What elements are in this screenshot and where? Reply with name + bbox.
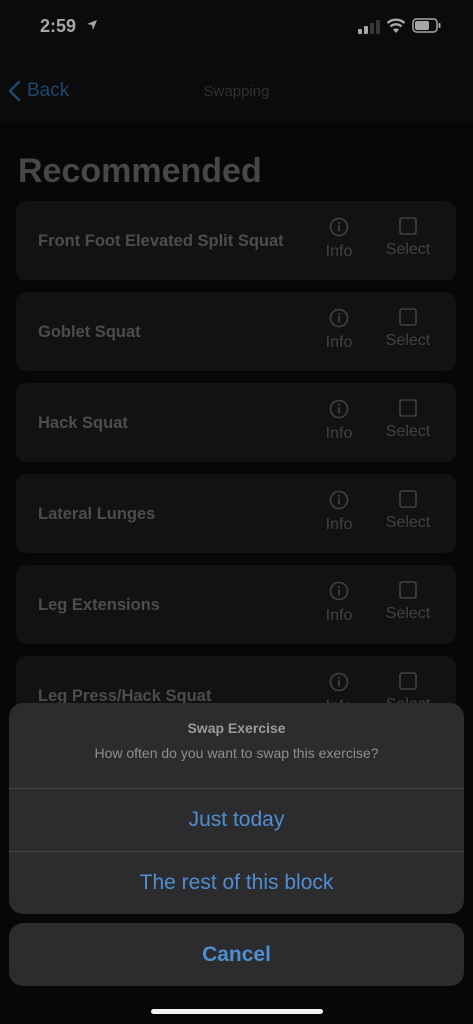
cancel-button[interactable]: Cancel — [9, 923, 464, 986]
action-sheet: Swap Exercise How often do you want to s… — [9, 703, 464, 914]
sheet-title: Swap Exercise — [187, 720, 286, 736]
sheet-message: How often do you want to swap this exerc… — [94, 745, 379, 761]
home-indicator[interactable] — [151, 1009, 323, 1014]
rest-of-block-button[interactable]: The rest of this block — [9, 852, 464, 914]
just-today-button[interactable]: Just today — [9, 789, 464, 851]
